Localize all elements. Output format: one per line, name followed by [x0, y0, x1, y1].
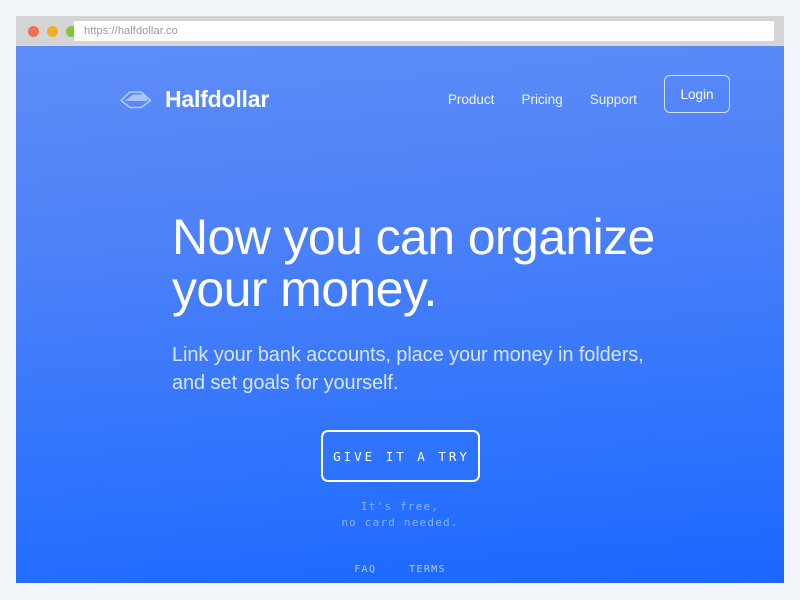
nav-item-support[interactable]: Support [590, 93, 637, 107]
cta-note-line-1: It's free, [360, 500, 440, 513]
logo-text: Halfdollar [165, 86, 270, 112]
address-bar[interactable]: https://halfdollar.co [74, 21, 774, 41]
site-header: Halfdollar Product Pricing Support Login [16, 46, 784, 136]
nav-item-pricing[interactable]: Pricing [521, 93, 562, 107]
window-controls [28, 26, 77, 37]
logo[interactable]: Halfdollar [120, 88, 269, 111]
cta-block: GIVE IT A TRY It's free, no card needed. [16, 430, 784, 531]
page-title: Now you can organize your money. [172, 209, 655, 317]
hero-section: Halfdollar Product Pricing Support Login… [16, 46, 784, 583]
browser-chrome-bar: https://halfdollar.co [16, 16, 784, 46]
footer-link-faq[interactable]: FAQ [354, 564, 376, 575]
browser-window: https://halfdollar.co Halfdollar Product… [16, 16, 784, 583]
footer-link-terms[interactable]: TERMS [409, 564, 446, 575]
minimize-window-button[interactable] [47, 26, 58, 37]
address-bar-url: https://halfdollar.co [84, 25, 178, 37]
cta-note-line-2: no card needed. [341, 515, 459, 529]
give-it-a-try-button[interactable]: GIVE IT A TRY [320, 430, 480, 482]
site-footer: FAQ TERMS [16, 564, 784, 575]
cta-button-label: GIVE IT A TRY [333, 448, 470, 464]
halfdollar-diamond-icon [120, 90, 154, 109]
main-nav: Product Pricing Support Login [448, 75, 730, 113]
cta-note: It's free, no card needed. [341, 499, 458, 531]
hero-subtitle: Link your bank accounts, place your mone… [172, 344, 644, 395]
nav-item-product[interactable]: Product [448, 93, 495, 107]
hero-copy: Now you can organize your money. Link yo… [172, 211, 672, 398]
login-button[interactable]: Login [664, 75, 730, 113]
close-window-button[interactable] [28, 26, 39, 37]
